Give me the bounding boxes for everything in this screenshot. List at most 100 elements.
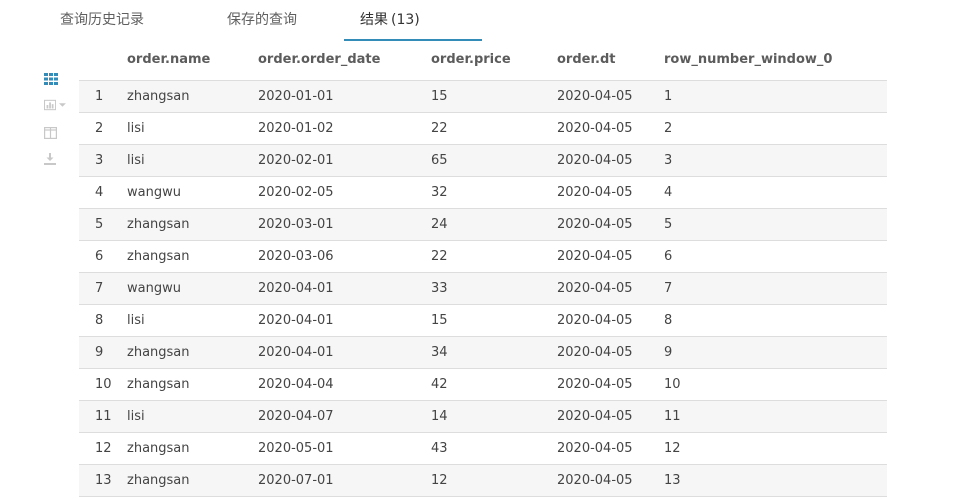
table-row[interactable]: 1 zhangsan 2020-01-01 15 2020-04-05 1 <box>79 81 887 113</box>
name-cell: zhangsan <box>127 441 190 456</box>
table-row[interactable]: 5 zhangsan 2020-03-01 24 2020-04-05 5 <box>79 209 887 241</box>
row-number-window-cell: 13 <box>664 473 681 488</box>
order-date-cell: 2020-02-01 <box>258 153 334 168</box>
order-date-cell: 2020-04-01 <box>258 345 334 360</box>
column-header-row-number[interactable]: row_number_window_0 <box>664 42 832 80</box>
price-cell: 15 <box>431 89 448 104</box>
row-number-window-cell: 8 <box>664 313 673 328</box>
row-number-window-cell: 11 <box>664 409 681 424</box>
column-header-order-dt[interactable]: order.dt <box>557 42 615 80</box>
row-number-cell: 13 <box>95 473 112 488</box>
price-cell: 42 <box>431 377 448 392</box>
order-date-cell: 2020-05-01 <box>258 441 334 456</box>
chevron-down-icon <box>59 103 66 107</box>
order-date-cell: 2020-03-01 <box>258 217 334 232</box>
price-cell: 14 <box>431 409 448 424</box>
table-row[interactable]: 9 zhangsan 2020-04-01 34 2020-04-05 9 <box>79 337 887 369</box>
row-number-window-cell: 4 <box>664 185 673 200</box>
dt-cell: 2020-04-05 <box>557 121 633 136</box>
name-cell: lisi <box>127 313 145 328</box>
price-cell: 22 <box>431 121 448 136</box>
tab-query-history[interactable]: 查询历史记录 <box>60 0 144 40</box>
table-row[interactable]: 7 wangwu 2020-04-01 33 2020-04-05 7 <box>79 273 887 305</box>
chart-view-button[interactable] <box>44 96 66 114</box>
row-number-window-cell: 5 <box>664 217 673 232</box>
tab-results[interactable]: 结果 (13) <box>344 0 482 40</box>
download-icon <box>44 153 56 165</box>
order-date-cell: 2020-01-01 <box>258 89 334 104</box>
name-cell: zhangsan <box>127 89 190 104</box>
columns-view-button[interactable] <box>44 124 66 142</box>
column-header-order-price[interactable]: order.price <box>431 42 511 80</box>
row-number-cell: 6 <box>95 249 104 264</box>
row-number-cell: 4 <box>95 185 104 200</box>
order-date-cell: 2020-07-01 <box>258 473 334 488</box>
name-cell: lisi <box>127 121 145 136</box>
order-date-cell: 2020-04-04 <box>258 377 334 392</box>
dt-cell: 2020-04-05 <box>557 185 633 200</box>
table-body: 1 zhangsan 2020-01-01 15 2020-04-05 1 2 lisi 202… <box>79 81 887 497</box>
price-cell: 12 <box>431 473 448 488</box>
row-number-window-cell: 7 <box>664 281 673 296</box>
price-cell: 34 <box>431 345 448 360</box>
name-cell: zhangsan <box>127 249 190 264</box>
row-number-cell: 10 <box>95 377 112 392</box>
download-button[interactable] <box>44 150 66 168</box>
order-date-cell: 2020-02-05 <box>258 185 334 200</box>
price-cell: 43 <box>431 441 448 456</box>
name-cell: wangwu <box>127 281 181 296</box>
name-cell: wangwu <box>127 185 181 200</box>
dt-cell: 2020-04-05 <box>557 441 633 456</box>
dt-cell: 2020-04-05 <box>557 473 633 488</box>
table-row[interactable]: 2 lisi 2020-01-02 22 2020-04-05 2 <box>79 113 887 145</box>
name-cell: zhangsan <box>127 345 190 360</box>
price-cell: 15 <box>431 313 448 328</box>
name-cell: zhangsan <box>127 473 190 488</box>
name-cell: zhangsan <box>127 377 190 392</box>
active-tab-indicator <box>344 39 482 41</box>
order-date-cell: 2020-04-01 <box>258 313 334 328</box>
table-row[interactable]: 3 lisi 2020-02-01 65 2020-04-05 3 <box>79 145 887 177</box>
columns-icon <box>44 127 57 139</box>
price-cell: 24 <box>431 217 448 232</box>
name-cell: lisi <box>127 153 145 168</box>
row-number-window-cell: 9 <box>664 345 673 360</box>
order-date-cell: 2020-04-01 <box>258 281 334 296</box>
tab-results-count: (13) <box>391 12 420 28</box>
row-number-window-cell: 1 <box>664 89 673 104</box>
price-cell: 22 <box>431 249 448 264</box>
grid-view-icon <box>44 73 58 85</box>
table-row[interactable]: 10 zhangsan 2020-04-04 42 2020-04-05 10 <box>79 369 887 401</box>
table-row[interactable]: 13 zhangsan 2020-07-01 12 2020-04-05 13 <box>79 465 887 497</box>
dt-cell: 2020-04-05 <box>557 249 633 264</box>
column-header-order-date[interactable]: order.order_date <box>258 42 380 80</box>
row-number-cell: 1 <box>95 89 104 104</box>
row-number-cell: 8 <box>95 313 104 328</box>
row-number-window-cell: 3 <box>664 153 673 168</box>
dt-cell: 2020-04-05 <box>557 409 633 424</box>
query-results-page: 查询历史记录 保存的查询 结果 (13) order.name order.or… <box>0 0 958 500</box>
row-number-cell: 11 <box>95 409 112 424</box>
dt-cell: 2020-04-05 <box>557 217 633 232</box>
table-row[interactable]: 6 zhangsan 2020-03-06 22 2020-04-05 6 <box>79 241 887 273</box>
chart-icon <box>44 99 57 111</box>
name-cell: zhangsan <box>127 217 190 232</box>
table-header: order.name order.order_date order.price … <box>79 42 887 81</box>
row-number-window-cell: 12 <box>664 441 681 456</box>
grid-view-button[interactable] <box>44 70 66 88</box>
name-cell: lisi <box>127 409 145 424</box>
row-number-window-cell: 6 <box>664 249 673 264</box>
table-row[interactable]: 11 lisi 2020-04-07 14 2020-04-05 11 <box>79 401 887 433</box>
table-row[interactable]: 4 wangwu 2020-02-05 32 2020-04-05 4 <box>79 177 887 209</box>
row-number-window-cell: 10 <box>664 377 681 392</box>
dt-cell: 2020-04-05 <box>557 281 633 296</box>
row-number-cell: 12 <box>95 441 112 456</box>
dt-cell: 2020-04-05 <box>557 377 633 392</box>
table-row[interactable]: 12 zhangsan 2020-05-01 43 2020-04-05 12 <box>79 433 887 465</box>
results-table: order.name order.order_date order.price … <box>79 42 887 497</box>
column-header-order-name[interactable]: order.name <box>127 42 210 80</box>
row-number-cell: 5 <box>95 217 104 232</box>
price-cell: 32 <box>431 185 448 200</box>
table-row[interactable]: 8 lisi 2020-04-01 15 2020-04-05 8 <box>79 305 887 337</box>
tab-saved-queries[interactable]: 保存的查询 <box>227 0 297 40</box>
